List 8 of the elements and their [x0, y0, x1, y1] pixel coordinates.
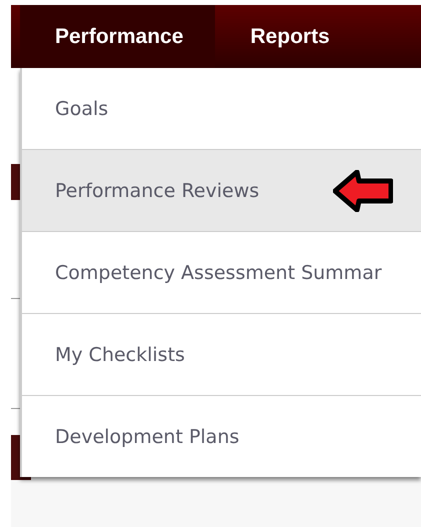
- menu-item[interactable]: Goals: [22, 68, 421, 149]
- menu-item[interactable]: Performance Reviews: [22, 149, 421, 231]
- menu-item[interactable]: My Checklists: [22, 313, 421, 395]
- arrow-icon: [333, 170, 393, 212]
- nav-tab[interactable]: Performance: [20, 5, 216, 68]
- menu-item[interactable]: Competency Assessment Summar: [22, 231, 421, 313]
- menu-item[interactable]: Development Plans: [22, 395, 421, 477]
- nav-tab[interactable]: Reports: [215, 5, 362, 68]
